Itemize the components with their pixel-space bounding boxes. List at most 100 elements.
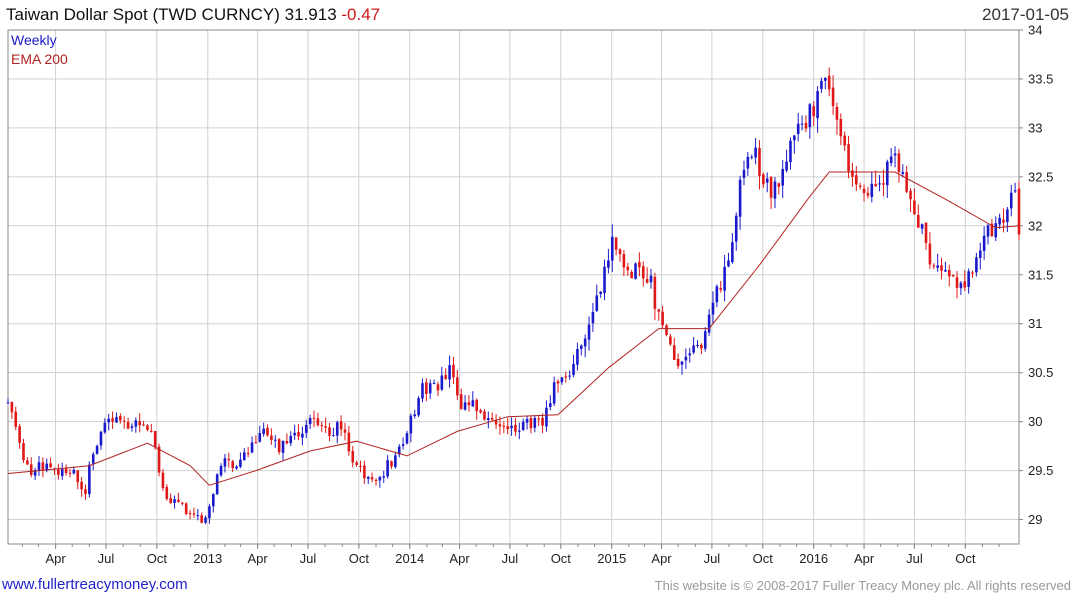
candle-body [603, 266, 606, 294]
candle-body [122, 420, 126, 422]
candle-body [545, 407, 548, 427]
candle-body [928, 243, 932, 265]
candle-body [1009, 192, 1013, 209]
candle-body [587, 324, 591, 340]
candle-body [208, 506, 211, 519]
candle-body [982, 235, 986, 251]
candle-body [72, 469, 76, 474]
candle-body [804, 122, 808, 129]
candle-body [68, 472, 72, 474]
candle-body [231, 461, 234, 469]
candle-body [653, 276, 657, 309]
candle-body [684, 356, 688, 361]
candle-body [506, 426, 509, 430]
candle-body [363, 465, 366, 479]
x-tick-label: Jul [98, 551, 115, 566]
candle-body [359, 465, 362, 467]
y-tick-label: 29 [1028, 512, 1042, 527]
y-tick-label: 32.5 [1028, 169, 1053, 184]
candle-body [184, 503, 188, 514]
candle-body [975, 257, 978, 273]
candle-body [746, 156, 750, 169]
candle-body [638, 262, 641, 268]
candle-body [498, 424, 502, 427]
candle-body [645, 278, 649, 283]
candle-body [324, 426, 327, 428]
candle-body [882, 183, 885, 185]
candle-body [10, 402, 14, 413]
website-link[interactable]: www.fullertreacymoney.com [2, 576, 188, 593]
candle-body [18, 426, 21, 443]
candle-body [196, 515, 200, 517]
candle-body [785, 161, 788, 171]
candle-body [153, 431, 157, 447]
candle-body [301, 433, 304, 438]
candle-body [773, 181, 777, 199]
candle-body [777, 183, 781, 187]
candle-body [107, 418, 111, 423]
x-tick-label: Jul [906, 551, 923, 566]
candle-body [862, 188, 866, 194]
y-tick-label: 30.5 [1028, 365, 1053, 380]
candle-body [320, 424, 324, 427]
candle-body [235, 466, 238, 469]
candle-body [60, 469, 64, 476]
candle-body [328, 427, 331, 436]
candle-body [37, 462, 41, 471]
candle-body [843, 135, 846, 146]
candle-body [820, 80, 823, 89]
candle-body [583, 338, 587, 347]
candle-body [374, 479, 378, 482]
candle-body [723, 266, 726, 291]
candle-body [254, 442, 258, 444]
candle-body [796, 123, 800, 135]
candle-body [49, 463, 52, 468]
candle-body [793, 135, 796, 141]
x-tick-label: Apr [247, 551, 268, 566]
candle-body [932, 265, 936, 267]
copyright-notice: This website is © 2008-2017 Fuller Treac… [654, 578, 1071, 593]
candle-body [138, 421, 142, 426]
candle-body [855, 175, 858, 185]
candle-body [215, 474, 219, 495]
candle-body [754, 147, 757, 158]
candle-body [692, 345, 695, 353]
candle-body [835, 106, 839, 120]
candle-body [924, 222, 928, 244]
candle-body [192, 513, 196, 515]
candle-body [847, 144, 850, 172]
legend-ema: EMA 200 [11, 51, 68, 67]
price-chart[interactable]: 29 29.5 30 30.5 31 31.5 32 32.5 33 33.5 34 Apr Jul Oc… [0, 0, 1075, 600]
x-tick-label: Oct [955, 551, 976, 566]
candle-body [827, 75, 831, 90]
candle-body [707, 314, 711, 333]
candle-body [250, 442, 254, 453]
candle-body [181, 502, 184, 504]
candle-body [339, 421, 343, 430]
candle-body [649, 275, 653, 283]
candle-body [332, 435, 335, 437]
candle-body [618, 249, 622, 255]
candle-body [425, 382, 428, 395]
candle-body [947, 269, 951, 277]
candle-body [211, 494, 215, 507]
candle-body [161, 472, 165, 489]
candle-body [816, 91, 819, 119]
ema-line [7, 171, 1020, 486]
candle-body [572, 363, 575, 376]
candle-body [262, 428, 265, 434]
candle-body [273, 439, 277, 441]
candle-body [366, 476, 370, 479]
candle-body [463, 402, 467, 410]
candle-body [502, 425, 506, 427]
candle-body [858, 185, 862, 187]
candle-body [521, 421, 525, 431]
candle-body [386, 460, 389, 477]
candle-body [533, 417, 537, 428]
candle-body [885, 161, 889, 186]
candle-body [758, 147, 761, 176]
candle-body [258, 433, 262, 442]
x-tick-label: Oct [753, 551, 774, 566]
candle-body [897, 153, 901, 173]
candle-body [874, 184, 877, 187]
